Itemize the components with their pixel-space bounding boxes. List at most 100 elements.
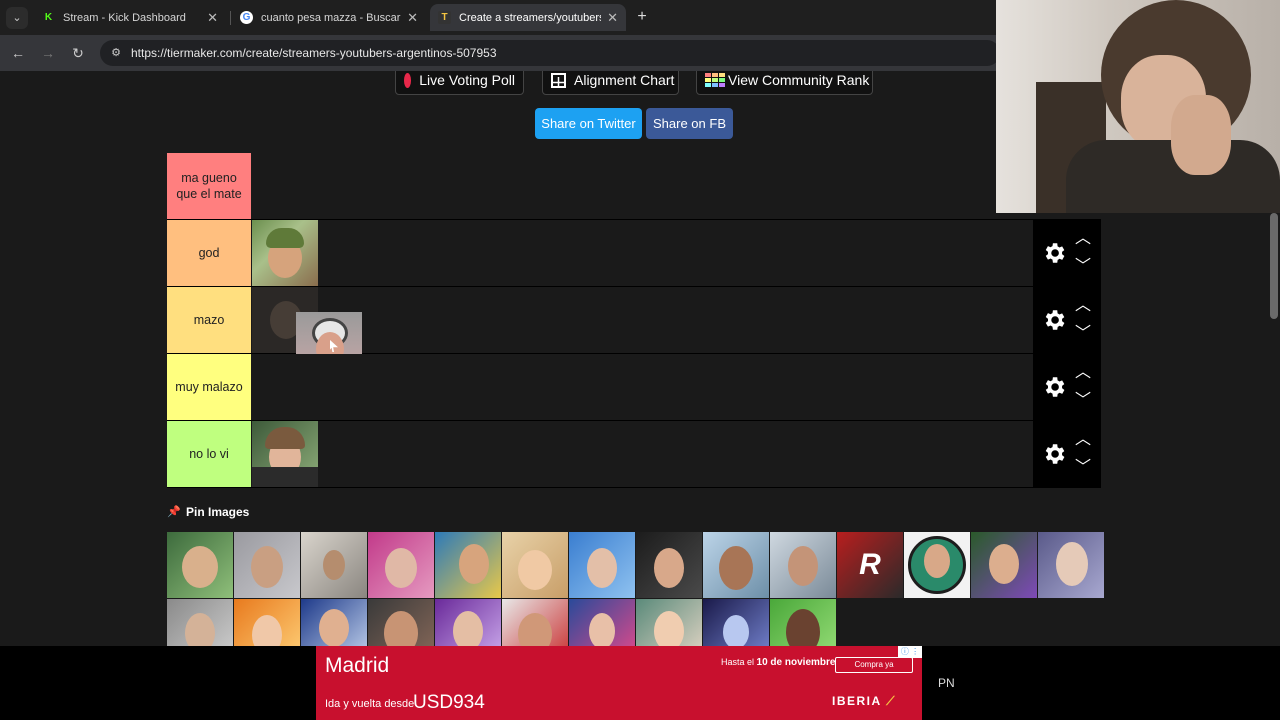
rank-grid-icon bbox=[705, 72, 725, 88]
iberia-ad[interactable]: Madrid Ida y vuelta desde USD934 Hasta e… bbox=[316, 646, 922, 720]
face-shape bbox=[385, 548, 417, 588]
tier-row: muy malazo ︿ ﹀ bbox=[167, 354, 1101, 421]
gear-icon[interactable] bbox=[1041, 441, 1067, 467]
face-shape bbox=[587, 548, 617, 588]
ad-cta-button[interactable]: Compra ya bbox=[835, 657, 913, 673]
address-bar[interactable]: ⚙ https://tiermaker.com/create/streamers… bbox=[100, 40, 1000, 66]
streamer-thumbnail[interactable] bbox=[234, 532, 300, 598]
share-twitter-button[interactable]: Share on Twitter bbox=[535, 108, 642, 139]
streamer-thumbnail[interactable] bbox=[301, 532, 367, 598]
alignment-chart-button[interactable]: Alignment Chart bbox=[542, 71, 679, 95]
red-dot-icon bbox=[404, 72, 412, 88]
streamer-thumbnail[interactable] bbox=[435, 532, 501, 598]
tab-title: Stream - Kick Dashboard bbox=[63, 11, 186, 24]
share-fb-button[interactable]: Share on FB bbox=[646, 108, 733, 139]
headset-shape bbox=[252, 467, 318, 487]
chevron-down-icon[interactable]: ﹀ bbox=[1075, 460, 1091, 476]
close-icon[interactable]: ✕ bbox=[207, 10, 218, 26]
figure-shape bbox=[723, 615, 749, 649]
google-favicon-icon: G bbox=[240, 11, 253, 24]
tier-controls: ︿ ﹀ bbox=[1033, 354, 1101, 421]
close-icon[interactable]: ✕ bbox=[607, 10, 618, 26]
button-label: Alignment Chart bbox=[574, 72, 675, 88]
tab-kick-dashboard[interactable]: K Stream - Kick Dashboard ✕ bbox=[34, 4, 226, 31]
streamer-thumbnail[interactable] bbox=[167, 532, 233, 598]
chevron-down-icon[interactable]: ﹀ bbox=[1075, 326, 1091, 342]
kick-favicon-icon: K bbox=[44, 12, 53, 23]
ad-city: Madrid bbox=[325, 654, 390, 677]
hair-shape bbox=[266, 228, 304, 248]
ad-until: Hasta el 10 de noviembre bbox=[721, 657, 835, 668]
gear-icon[interactable] bbox=[1041, 374, 1067, 400]
tier-dropzone[interactable] bbox=[251, 287, 1033, 378]
tier-dropzone[interactable] bbox=[251, 220, 1033, 286]
face-shape bbox=[319, 609, 349, 647]
tier-label[interactable]: god bbox=[167, 220, 251, 286]
back-arrow-icon[interactable]: ← bbox=[8, 43, 28, 63]
tier-label[interactable]: mazo bbox=[167, 287, 251, 353]
streamer-thumbnail[interactable] bbox=[252, 220, 318, 286]
streamer-thumbnail[interactable] bbox=[770, 532, 836, 598]
face-shape bbox=[453, 611, 483, 651]
tab-google-search[interactable]: G cuanto pesa mazza - Buscar con Google … bbox=[232, 4, 426, 31]
streamer-thumbnail[interactable] bbox=[502, 532, 568, 598]
grid-icon bbox=[551, 72, 566, 88]
tier-label[interactable]: no lo vi bbox=[167, 421, 251, 487]
tier-label[interactable]: ma gueno que el mate bbox=[167, 153, 251, 219]
view-community-rank-button[interactable]: View Community Rank bbox=[696, 71, 873, 95]
streamer-thumbnail[interactable] bbox=[252, 421, 318, 487]
ad-price: USD934 bbox=[413, 692, 485, 713]
button-label: Live Voting Poll bbox=[419, 72, 515, 88]
streamer-thumbnail[interactable] bbox=[636, 532, 702, 598]
ad-price-label: Ida y vuelta desde bbox=[325, 698, 415, 710]
chevron-up-icon[interactable]: ︿ bbox=[1075, 365, 1091, 381]
streamer-thumbnail[interactable] bbox=[971, 532, 1037, 598]
face-shape bbox=[182, 546, 218, 588]
chevron-up-icon[interactable]: ︿ bbox=[1075, 231, 1091, 247]
tab-tiermaker[interactable]: T Create a streamers/youtubers argentino… bbox=[430, 4, 626, 31]
tier-label[interactable]: muy malazo bbox=[167, 354, 251, 420]
close-icon[interactable]: ✕ bbox=[407, 10, 418, 26]
streamer-thumbnail[interactable] bbox=[703, 532, 769, 598]
tier-dropzone[interactable] bbox=[251, 153, 1033, 219]
face-shape bbox=[1056, 542, 1088, 586]
live-voting-poll-button[interactable]: Live Voting Poll bbox=[395, 71, 524, 95]
streamer-thumbnail[interactable]: R bbox=[837, 532, 903, 598]
pin-images-label: Pin Images bbox=[186, 505, 250, 519]
gear-icon[interactable] bbox=[1041, 307, 1067, 333]
gear-icon[interactable] bbox=[1041, 240, 1067, 266]
ad-until-prefix: Hasta el bbox=[721, 657, 757, 667]
reload-icon[interactable]: ↻ bbox=[68, 43, 88, 63]
letter-logo: R bbox=[859, 548, 881, 581]
streamer-thumbnail[interactable] bbox=[569, 532, 635, 598]
chevron-down-icon[interactable]: ﹀ bbox=[1075, 259, 1091, 275]
tier-dropzone[interactable] bbox=[251, 354, 1033, 420]
face-shape bbox=[459, 544, 489, 584]
chevron-down-icon[interactable]: ﹀ bbox=[1075, 393, 1091, 409]
chevron-up-icon[interactable]: ︿ bbox=[1075, 432, 1091, 448]
new-tab-button[interactable]: + bbox=[632, 7, 652, 27]
url-text: https://tiermaker.com/create/streamers-y… bbox=[131, 46, 497, 60]
tab-search-button[interactable]: ⌄ bbox=[6, 7, 28, 29]
hand-shape bbox=[1171, 95, 1231, 175]
tier-dropzone[interactable] bbox=[251, 421, 1033, 487]
pin-images-toggle[interactable]: 📌 Pin Images bbox=[167, 505, 249, 519]
face-shape bbox=[719, 546, 753, 590]
face-shape bbox=[654, 548, 684, 588]
pn-text: PN bbox=[938, 676, 955, 690]
streamer-thumbnail[interactable] bbox=[904, 532, 970, 598]
webcam-overlay bbox=[996, 0, 1280, 213]
iberia-wing-icon: ⟋ bbox=[886, 694, 896, 708]
streamer-thumbnail[interactable] bbox=[368, 532, 434, 598]
chevron-up-icon[interactable]: ︿ bbox=[1075, 298, 1091, 314]
site-info-icon[interactable]: ⚙ bbox=[108, 45, 124, 61]
streamer-thumbnail[interactable] bbox=[1038, 532, 1104, 598]
tier-row: mazo ︿ ﹀ bbox=[167, 287, 1101, 378]
hair-shape bbox=[265, 427, 305, 449]
forward-arrow-icon[interactable]: → bbox=[38, 43, 58, 63]
adchoices-icon[interactable]: ⓘ ⋮ bbox=[898, 646, 922, 658]
page-scrollbar[interactable] bbox=[1270, 213, 1278, 319]
tier-row: no lo vi ︿ ﹀ bbox=[167, 421, 1101, 488]
tier-controls: ︿ ﹀ bbox=[1033, 220, 1101, 287]
face-shape bbox=[788, 546, 818, 586]
